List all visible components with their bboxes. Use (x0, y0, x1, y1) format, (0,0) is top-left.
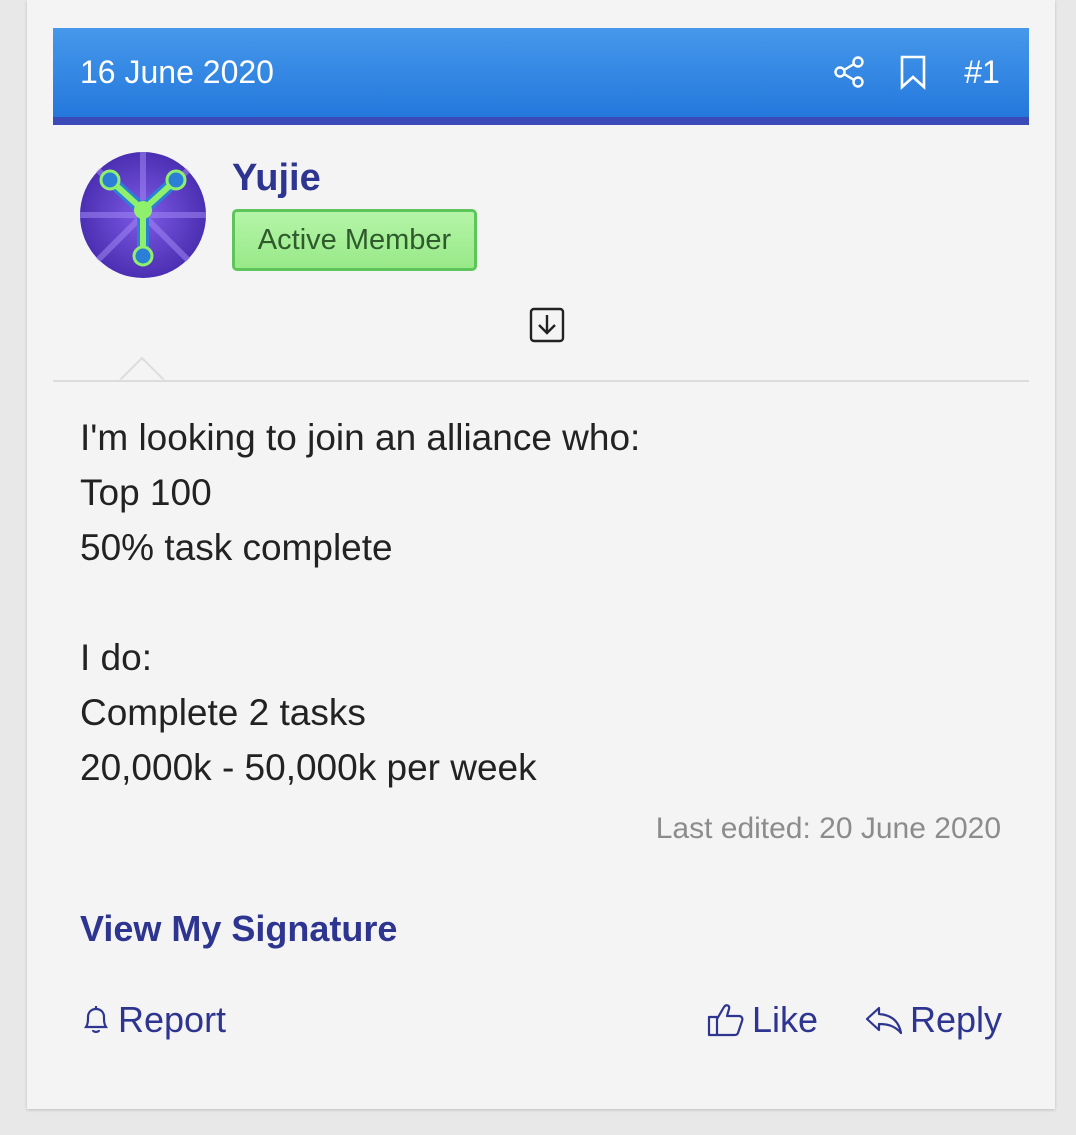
report-label: Report (118, 999, 227, 1040)
last-edited-note: Last edited: 20 June 2020 (655, 812, 1001, 845)
like-label: Like (752, 999, 819, 1040)
post-body: I'm looking to join an alliance who: Top… (80, 410, 1000, 795)
post-body-line: Top 100 (80, 472, 212, 513)
expand-down-icon[interactable] (529, 307, 565, 343)
user-info: Yujie Active Member (53, 125, 1029, 383)
bookmark-icon[interactable] (897, 52, 929, 92)
view-signature-link[interactable]: View My Signature (80, 908, 397, 950)
like-button[interactable]: Like (706, 996, 818, 1044)
user-title-badge: Active Member (232, 209, 477, 271)
bell-icon (83, 1006, 109, 1033)
report-button[interactable]: Report (80, 996, 226, 1044)
post-body-line: I do: (80, 637, 152, 678)
username[interactable]: Yujie (232, 157, 321, 200)
post-body-line (80, 575, 1000, 630)
reply-label: Reply (910, 999, 1003, 1040)
post-body-line: 50% task complete (80, 527, 393, 568)
post-body-line: I'm looking to join an alliance who: (80, 417, 641, 458)
post-body-line: Complete 2 tasks (80, 692, 366, 733)
post-date[interactable]: 16 June 2020 (80, 54, 274, 91)
divider (53, 380, 1029, 382)
reply-button[interactable]: Reply (864, 996, 1002, 1044)
post-header: 16 June 2020 #1 (53, 28, 1029, 125)
thumbs-up-icon (707, 1004, 744, 1037)
post-number[interactable]: #1 (961, 52, 1003, 92)
post-body-line: 20,000k - 50,000k per week (80, 747, 537, 788)
reply-arrow-icon (865, 1006, 903, 1035)
avatar[interactable] (80, 152, 206, 278)
pointer-arrow (118, 356, 166, 382)
share-icon[interactable] (831, 52, 867, 92)
